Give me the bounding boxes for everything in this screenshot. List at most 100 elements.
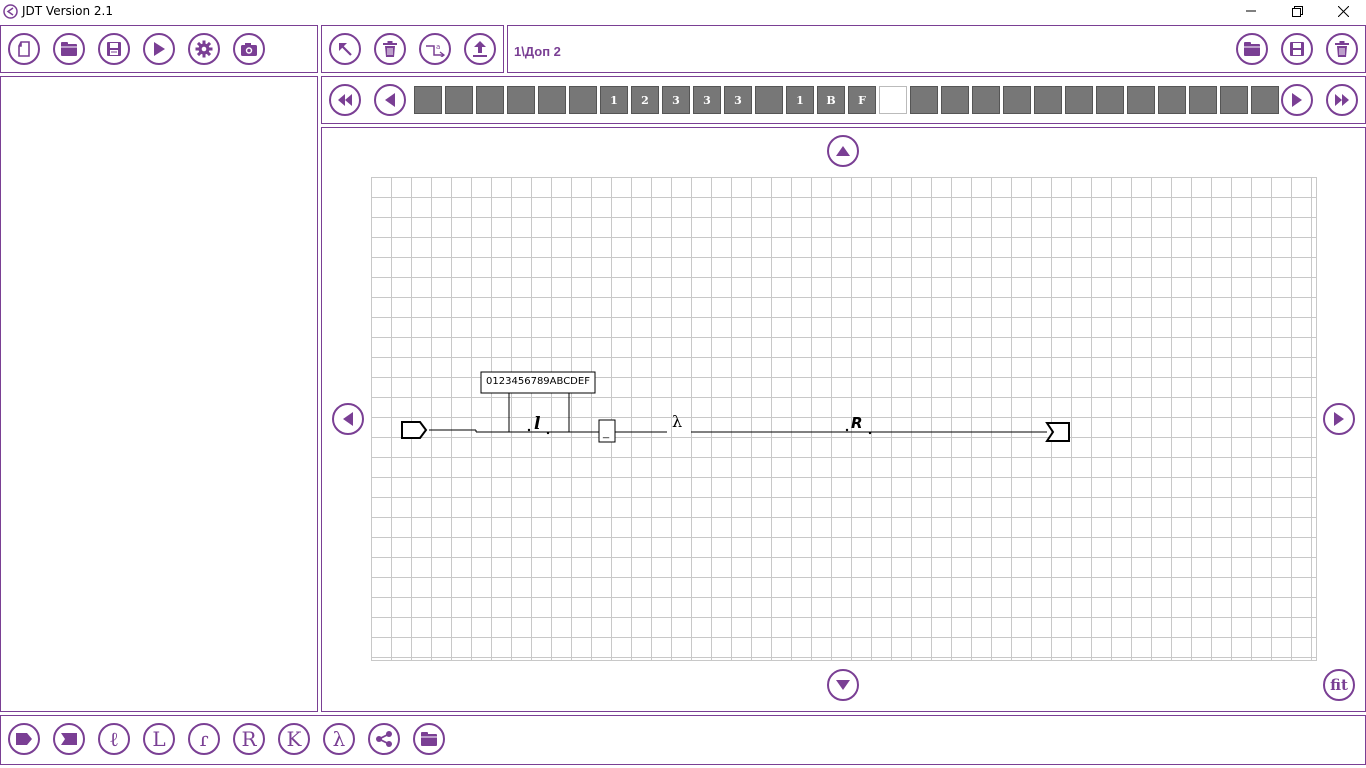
tape-cell[interactable]: 3 (662, 86, 690, 114)
tape-cell[interactable] (569, 86, 597, 114)
rename-button[interactable]: a (419, 33, 451, 65)
select-button[interactable] (329, 33, 361, 65)
start-node[interactable] (401, 421, 428, 439)
tape-cell[interactable] (1220, 86, 1248, 114)
triangle-up-icon (836, 146, 850, 156)
tape-cell[interactable] (538, 86, 566, 114)
scroll-up-button[interactable] (827, 135, 859, 167)
svg-text:a: a (436, 43, 440, 51)
share-icon (375, 730, 393, 748)
triangle-left-icon (343, 412, 353, 426)
window-title: JDT Version 2.1 (22, 4, 113, 18)
open-sub-button[interactable] (1236, 33, 1268, 65)
app-logo-icon (3, 4, 18, 19)
l-script-tool-button[interactable]: ℓ (98, 723, 130, 755)
open-folder-tool-button[interactable] (413, 723, 445, 755)
lambda-node[interactable]: λ (672, 412, 682, 431)
tape-cell[interactable] (414, 86, 442, 114)
tape-cell[interactable] (941, 86, 969, 114)
pointer-icon (339, 43, 352, 56)
start-tag-tool-button[interactable] (8, 723, 40, 755)
r-icon: R (241, 727, 257, 751)
run-button[interactable] (143, 33, 175, 65)
title-bar: JDT Version 2.1 (0, 0, 1366, 24)
move-right-node[interactable]: R (851, 414, 863, 432)
save-icon (1290, 42, 1304, 56)
r-script-icon: ɾ (199, 727, 209, 751)
tape-cell[interactable]: 1 (600, 86, 628, 114)
tape-cell[interactable] (910, 86, 938, 114)
trash-icon (383, 41, 397, 57)
tape-fast-forward-button[interactable] (1326, 84, 1358, 116)
k-tool-button[interactable]: K (278, 723, 310, 755)
play-icon (154, 42, 165, 56)
tape-cell[interactable] (972, 86, 1000, 114)
tape-cell[interactable] (755, 86, 783, 114)
gear-icon (195, 40, 213, 58)
open-folder-icon (420, 731, 438, 747)
tape-cell[interactable] (1189, 86, 1217, 114)
save-icon (107, 42, 121, 56)
end-node[interactable] (1045, 422, 1070, 442)
tape-cell[interactable] (507, 86, 535, 114)
r-script-tool-button[interactable]: ɾ (188, 723, 220, 755)
screenshot-button[interactable] (233, 33, 265, 65)
fit-label: fit (1330, 676, 1348, 694)
scroll-right-button[interactable] (1323, 403, 1355, 435)
play-left-icon (385, 93, 395, 107)
upload-button[interactable] (464, 33, 496, 65)
tape-cell[interactable] (445, 86, 473, 114)
close-button[interactable] (1320, 0, 1366, 22)
tape-cell[interactable]: 3 (693, 86, 721, 114)
tape-cell[interactable] (1251, 86, 1279, 114)
tape-cell[interactable] (1158, 86, 1186, 114)
tape-cell[interactable]: 3 (724, 86, 752, 114)
rename-icon: a (426, 43, 445, 57)
tape-step-left-button[interactable] (374, 84, 406, 116)
triangle-right-icon (1334, 412, 1344, 426)
scroll-down-button[interactable] (827, 669, 859, 701)
end-tag-icon (60, 732, 78, 746)
move-left-node[interactable]: l (534, 414, 540, 434)
fit-button[interactable]: fit (1323, 669, 1355, 701)
tape-cell[interactable]: F (848, 86, 876, 114)
camera-icon (241, 42, 257, 56)
l-icon: L (152, 727, 166, 751)
tape-rewind-button[interactable] (329, 84, 361, 116)
tape-cell[interactable] (1034, 86, 1062, 114)
double-chevron-right-icon (1335, 94, 1349, 106)
tape-step-right-button[interactable] (1281, 84, 1313, 116)
tape-cell[interactable]: 1 (786, 86, 814, 114)
settings-button[interactable] (188, 33, 220, 65)
alphabet-label: 0123456789ABCDEF (486, 376, 590, 387)
tape-head-cell[interactable] (879, 86, 907, 114)
blank-symbol: _ (603, 427, 610, 439)
lambda-tool-button[interactable]: λ (323, 723, 355, 755)
save-sub-button[interactable] (1281, 33, 1313, 65)
delete-sub-button[interactable] (1326, 33, 1358, 65)
upload-icon (473, 41, 487, 57)
scroll-left-button[interactable] (332, 403, 364, 435)
minimize-button[interactable] (1228, 0, 1274, 22)
tape-cell[interactable]: B (817, 86, 845, 114)
new-icon (18, 41, 30, 57)
start-tag-icon (15, 732, 33, 746)
l-tool-button[interactable]: L (143, 723, 175, 755)
tape-cell[interactable]: 2 (631, 86, 659, 114)
tape-cell[interactable] (1096, 86, 1124, 114)
tape-cell[interactable] (1065, 86, 1093, 114)
share-tool-button[interactable] (368, 723, 400, 755)
open-button[interactable] (53, 33, 85, 65)
tape-cell[interactable] (476, 86, 504, 114)
delete-button[interactable] (374, 33, 406, 65)
save-button[interactable] (98, 33, 130, 65)
restore-button[interactable] (1274, 0, 1320, 22)
triangle-down-icon (836, 680, 850, 690)
tape-cell[interactable] (1003, 86, 1031, 114)
project-tree-panel[interactable] (0, 76, 318, 712)
open-folder-icon (61, 42, 77, 56)
new-file-button[interactable] (8, 33, 40, 65)
tape-cell[interactable] (1127, 86, 1155, 114)
end-tag-tool-button[interactable] (53, 723, 85, 755)
r-tool-button[interactable]: R (233, 723, 265, 755)
